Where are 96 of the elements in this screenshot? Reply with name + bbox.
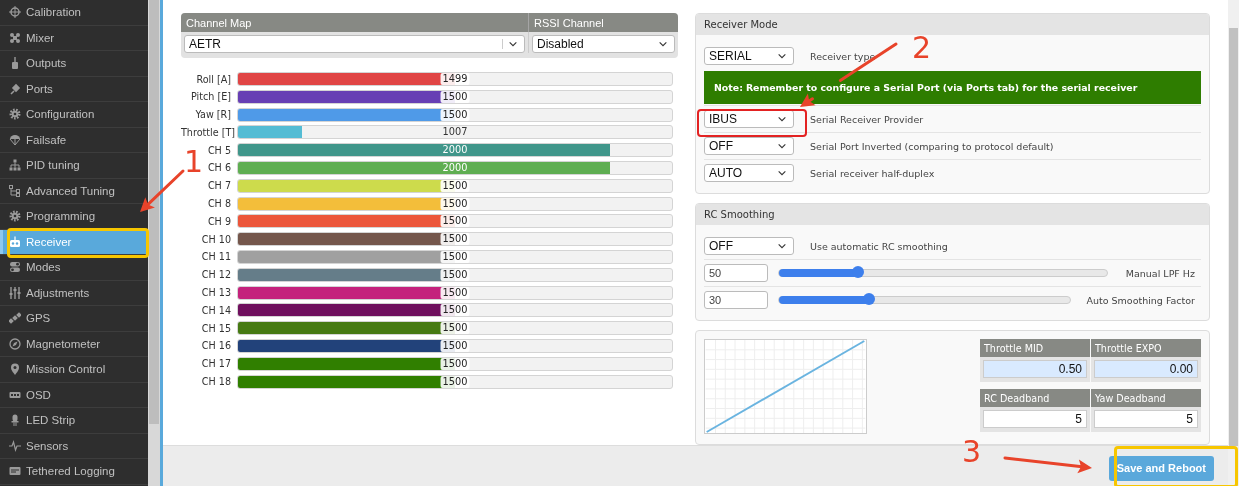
channel-value: 1500 bbox=[440, 286, 470, 299]
dropdown[interactable]: Disabled bbox=[532, 35, 675, 53]
panel-title: Receiver Mode bbox=[696, 14, 1209, 35]
gear-icon bbox=[9, 210, 21, 223]
channel-value: 1500 bbox=[440, 339, 470, 352]
channel-label: CH 17 bbox=[200, 358, 232, 370]
motor-icon bbox=[9, 57, 21, 70]
led-icon bbox=[9, 414, 21, 427]
satellite-icon bbox=[9, 312, 21, 325]
channel-label: CH 10 bbox=[200, 233, 232, 245]
channel-label: CH 16 bbox=[200, 340, 232, 352]
dropdown[interactable]: OFF bbox=[704, 137, 794, 155]
plug-icon bbox=[9, 82, 21, 95]
channel-value: 2000 bbox=[441, 162, 469, 174]
step-number: 3 bbox=[962, 437, 982, 467]
channel-value: 1500 bbox=[440, 179, 470, 192]
column-header: RSSI Channel bbox=[528, 13, 678, 32]
annotation-arrow bbox=[140, 169, 185, 212]
channel-label: CH 13 bbox=[200, 287, 232, 299]
channel-label: CH 9 bbox=[206, 215, 232, 227]
panel-title: RC Smoothing bbox=[696, 204, 1209, 226]
field-label: Serial receiver half-duplex bbox=[810, 167, 935, 179]
channel-label: CH 12 bbox=[200, 269, 232, 281]
chevron-icon bbox=[777, 51, 787, 61]
map-pin-icon bbox=[9, 363, 21, 376]
hierarchy-icon bbox=[9, 159, 21, 172]
number-input[interactable]: 50 bbox=[704, 264, 768, 283]
chevron-icon bbox=[777, 141, 787, 151]
slider-thumb[interactable] bbox=[863, 293, 876, 306]
channel-label: CH 8 bbox=[206, 198, 232, 210]
parachute-icon bbox=[9, 133, 21, 146]
channel-value: 1500 bbox=[440, 322, 470, 335]
compass-icon bbox=[9, 337, 21, 350]
channel-value: 1500 bbox=[440, 90, 470, 103]
field-label: Auto Smoothing Factor bbox=[1086, 294, 1196, 306]
channel-label: Yaw [R] bbox=[194, 109, 232, 121]
field-header: Yaw Deadband bbox=[1091, 389, 1201, 408]
robot-icon bbox=[9, 235, 21, 248]
channel-label: CH 7 bbox=[206, 180, 232, 192]
channel-value: 1499 bbox=[440, 73, 470, 85]
channel-value: 1500 bbox=[440, 197, 470, 210]
pulse-icon bbox=[9, 439, 21, 452]
number-input[interactable]: 5 bbox=[1094, 410, 1198, 429]
crosshair-icon bbox=[9, 6, 21, 19]
dropdown[interactable]: AUTO bbox=[704, 164, 794, 182]
chevron-icon bbox=[777, 114, 787, 124]
channel-value: 1500 bbox=[440, 215, 470, 228]
channel-label: CH 18 bbox=[200, 376, 232, 388]
sliders-icon bbox=[9, 286, 21, 299]
drone-icon bbox=[9, 31, 21, 44]
channel-label: CH 15 bbox=[200, 322, 232, 334]
channel-value: 1500 bbox=[440, 304, 470, 317]
field-header: Throttle EXPO bbox=[1091, 339, 1201, 358]
hierarchy-icon bbox=[9, 184, 21, 197]
channel-label: Pitch [E] bbox=[190, 91, 232, 103]
field-label: Serial Receiver Provider bbox=[810, 113, 924, 125]
field-header: RC Deadband bbox=[980, 389, 1090, 408]
scrollbar-thumb[interactable] bbox=[149, 0, 159, 424]
step-number: 2 bbox=[912, 33, 932, 63]
log-icon bbox=[9, 465, 21, 478]
number-input[interactable]: 30 bbox=[704, 291, 768, 310]
channel-value: 1500 bbox=[440, 375, 470, 388]
channel-label: Throttle [T] bbox=[181, 126, 237, 138]
gear-icon bbox=[9, 108, 21, 121]
sidebar-item[interactable]: Tethered Logging bbox=[0, 459, 148, 485]
toggle-icon bbox=[9, 261, 21, 274]
dropdown[interactable]: OFF bbox=[704, 237, 794, 256]
field-label: Use automatic RC smoothing bbox=[810, 240, 948, 252]
channel-value: 1500 bbox=[440, 250, 470, 263]
channel-label: CH 5 bbox=[206, 144, 232, 156]
channel-value: 1500 bbox=[440, 268, 470, 281]
field-label: Manual LPF Hz bbox=[1125, 267, 1196, 279]
column-header: Channel Map bbox=[181, 13, 528, 32]
channel-value: 1007 bbox=[441, 126, 469, 139]
step-number: 1 bbox=[184, 147, 204, 177]
field-header: Throttle MID bbox=[980, 339, 1090, 358]
channel-value: 2000 bbox=[441, 144, 469, 157]
chevron-icon bbox=[777, 168, 787, 178]
field-label: Serial Port Inverted (comparing to protocol default) bbox=[810, 140, 1054, 152]
number-input[interactable]: 5 bbox=[983, 410, 1087, 429]
chevron-icon bbox=[502, 39, 518, 49]
scrollbar-thumb[interactable] bbox=[1229, 28, 1238, 446]
dropdown[interactable]: AETR bbox=[184, 35, 525, 53]
sidebar-item[interactable]: Modes bbox=[0, 255, 148, 281]
channel-label: Roll [A] bbox=[195, 73, 232, 85]
number-input[interactable]: 0.00 bbox=[1094, 360, 1198, 379]
note-banner: Note: Remember to configure a Serial Port (via Ports tab) for the serial receiver bbox=[704, 71, 1201, 104]
dropdown[interactable]: SERIAL bbox=[704, 47, 794, 65]
channel-label: CH 11 bbox=[200, 251, 232, 263]
channel-value: 1500 bbox=[440, 357, 470, 370]
channel-value: 1500 bbox=[440, 108, 470, 121]
chevron-icon bbox=[658, 39, 668, 49]
number-input[interactable]: 0.50 bbox=[983, 360, 1087, 379]
channel-label: CH 6 bbox=[206, 162, 232, 174]
channel-value: 1500 bbox=[440, 233, 470, 246]
channel-label: CH 14 bbox=[200, 304, 232, 316]
